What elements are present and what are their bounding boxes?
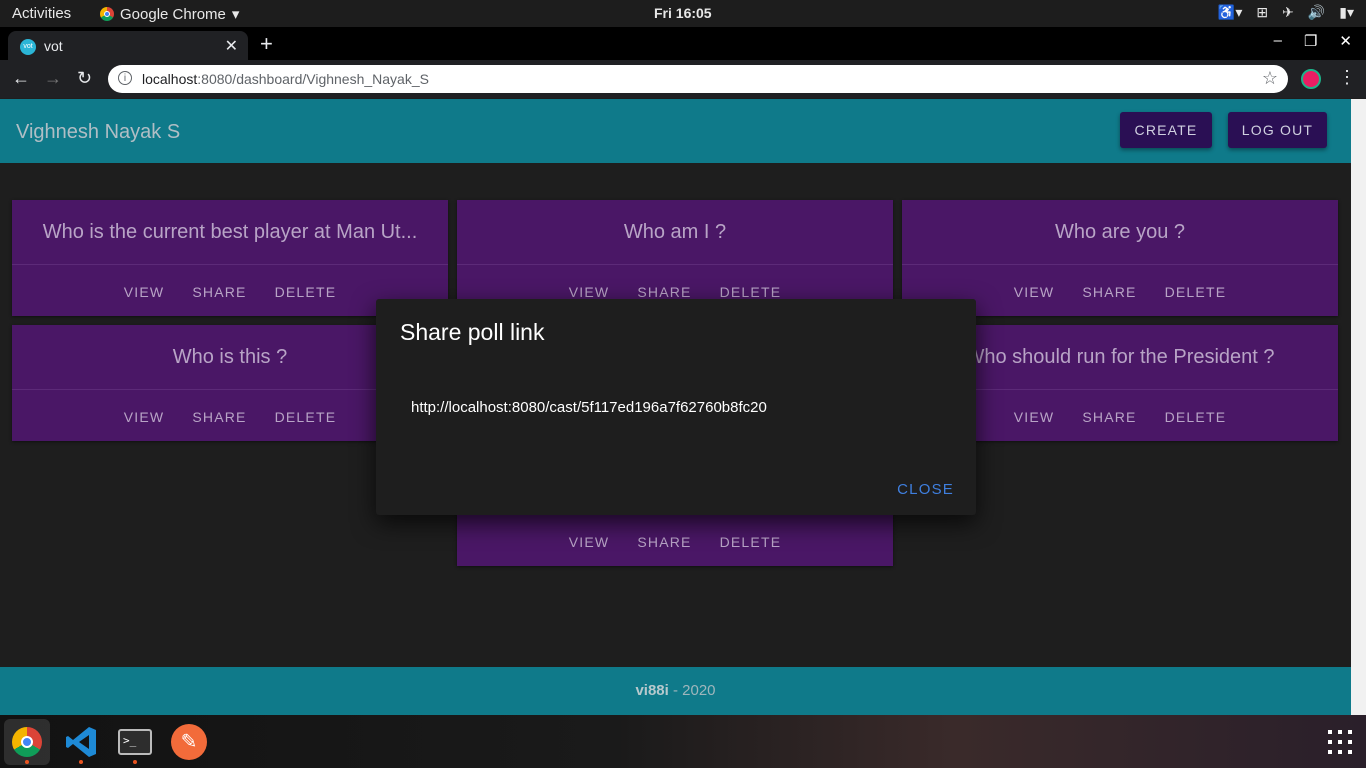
scrollbar[interactable] (1351, 99, 1366, 715)
share-link[interactable]: http://localhost:8080/cast/5f117ed196a7f… (411, 399, 767, 416)
more-menu-icon[interactable]: ⋮ (1338, 67, 1356, 88)
system-tray[interactable]: ♿▾ ⊞ ✈ 🔊 ▮▾ (1218, 4, 1354, 21)
clock[interactable]: Fri 16:05 (654, 5, 712, 21)
bookmark-star-icon[interactable]: ☆ (1262, 68, 1278, 89)
app-menu[interactable]: Google Chrome ▾ (100, 5, 239, 23)
restore-icon[interactable]: ❐ (1304, 32, 1317, 50)
postman-icon: ✎ (171, 724, 207, 760)
close-window-icon[interactable]: ✕ (1339, 32, 1352, 50)
app-name: Google Chrome (120, 5, 226, 23)
dock-postman[interactable]: ✎ (166, 719, 212, 765)
chrome-icon (100, 7, 114, 21)
tab-title: vot (44, 38, 63, 54)
accessibility-icon[interactable]: ♿▾ (1218, 4, 1242, 21)
new-tab-button[interactable]: + (260, 31, 273, 57)
dock-vscode[interactable] (58, 719, 104, 765)
battery-icon[interactable]: ▮▾ (1339, 4, 1354, 21)
url-text: localhost:8080/dashboard/Vighnesh_Nayak_… (142, 71, 429, 87)
share-dialog: Share poll link http://localhost:8080/ca… (376, 299, 976, 515)
dock-terminal[interactable]: >_ (112, 719, 158, 765)
running-indicator (79, 760, 83, 764)
system-top-bar: Activities Google Chrome ▾ Fri 16:05 ♿▾ … (0, 0, 1366, 27)
dialog-title: Share poll link (400, 319, 545, 345)
minimize-icon[interactable]: – (1274, 32, 1282, 50)
volume-icon[interactable]: 🔊 (1308, 4, 1325, 21)
back-icon[interactable]: ← (12, 68, 30, 89)
running-indicator (25, 760, 29, 764)
chevron-down-icon: ▾ (231, 6, 240, 23)
close-button[interactable]: CLOSE (891, 480, 960, 499)
info-icon[interactable]: i (118, 71, 132, 85)
profile-avatar[interactable] (1301, 69, 1321, 89)
terminal-icon: >_ (118, 729, 152, 755)
dock-chrome[interactable] (4, 719, 50, 765)
address-bar: ← → ↻ i localhost:8080/dashboard/Vighnes… (0, 60, 1366, 98)
chrome-icon (12, 727, 42, 757)
forward-icon[interactable]: → (44, 68, 62, 89)
url-input[interactable]: i localhost:8080/dashboard/Vighnesh_Naya… (108, 65, 1288, 93)
running-indicator (133, 760, 137, 764)
window-controls: – ❐ ✕ (1274, 32, 1352, 50)
reload-icon[interactable]: ↻ (77, 68, 92, 89)
favicon-icon: vot (20, 39, 36, 55)
tab-vot[interactable]: vot vot ✕ (8, 31, 248, 60)
network-icon[interactable]: ⊞ (1256, 4, 1268, 21)
activities-button[interactable]: Activities (12, 5, 71, 22)
vscode-icon (66, 727, 96, 757)
tab-strip: vot vot ✕ + – ❐ ✕ (0, 27, 1366, 60)
dock: >_ ✎ (0, 715, 1366, 768)
close-icon[interactable]: ✕ (225, 36, 238, 56)
show-applications-icon[interactable] (1328, 730, 1352, 754)
airplane-icon[interactable]: ✈ (1282, 4, 1294, 21)
